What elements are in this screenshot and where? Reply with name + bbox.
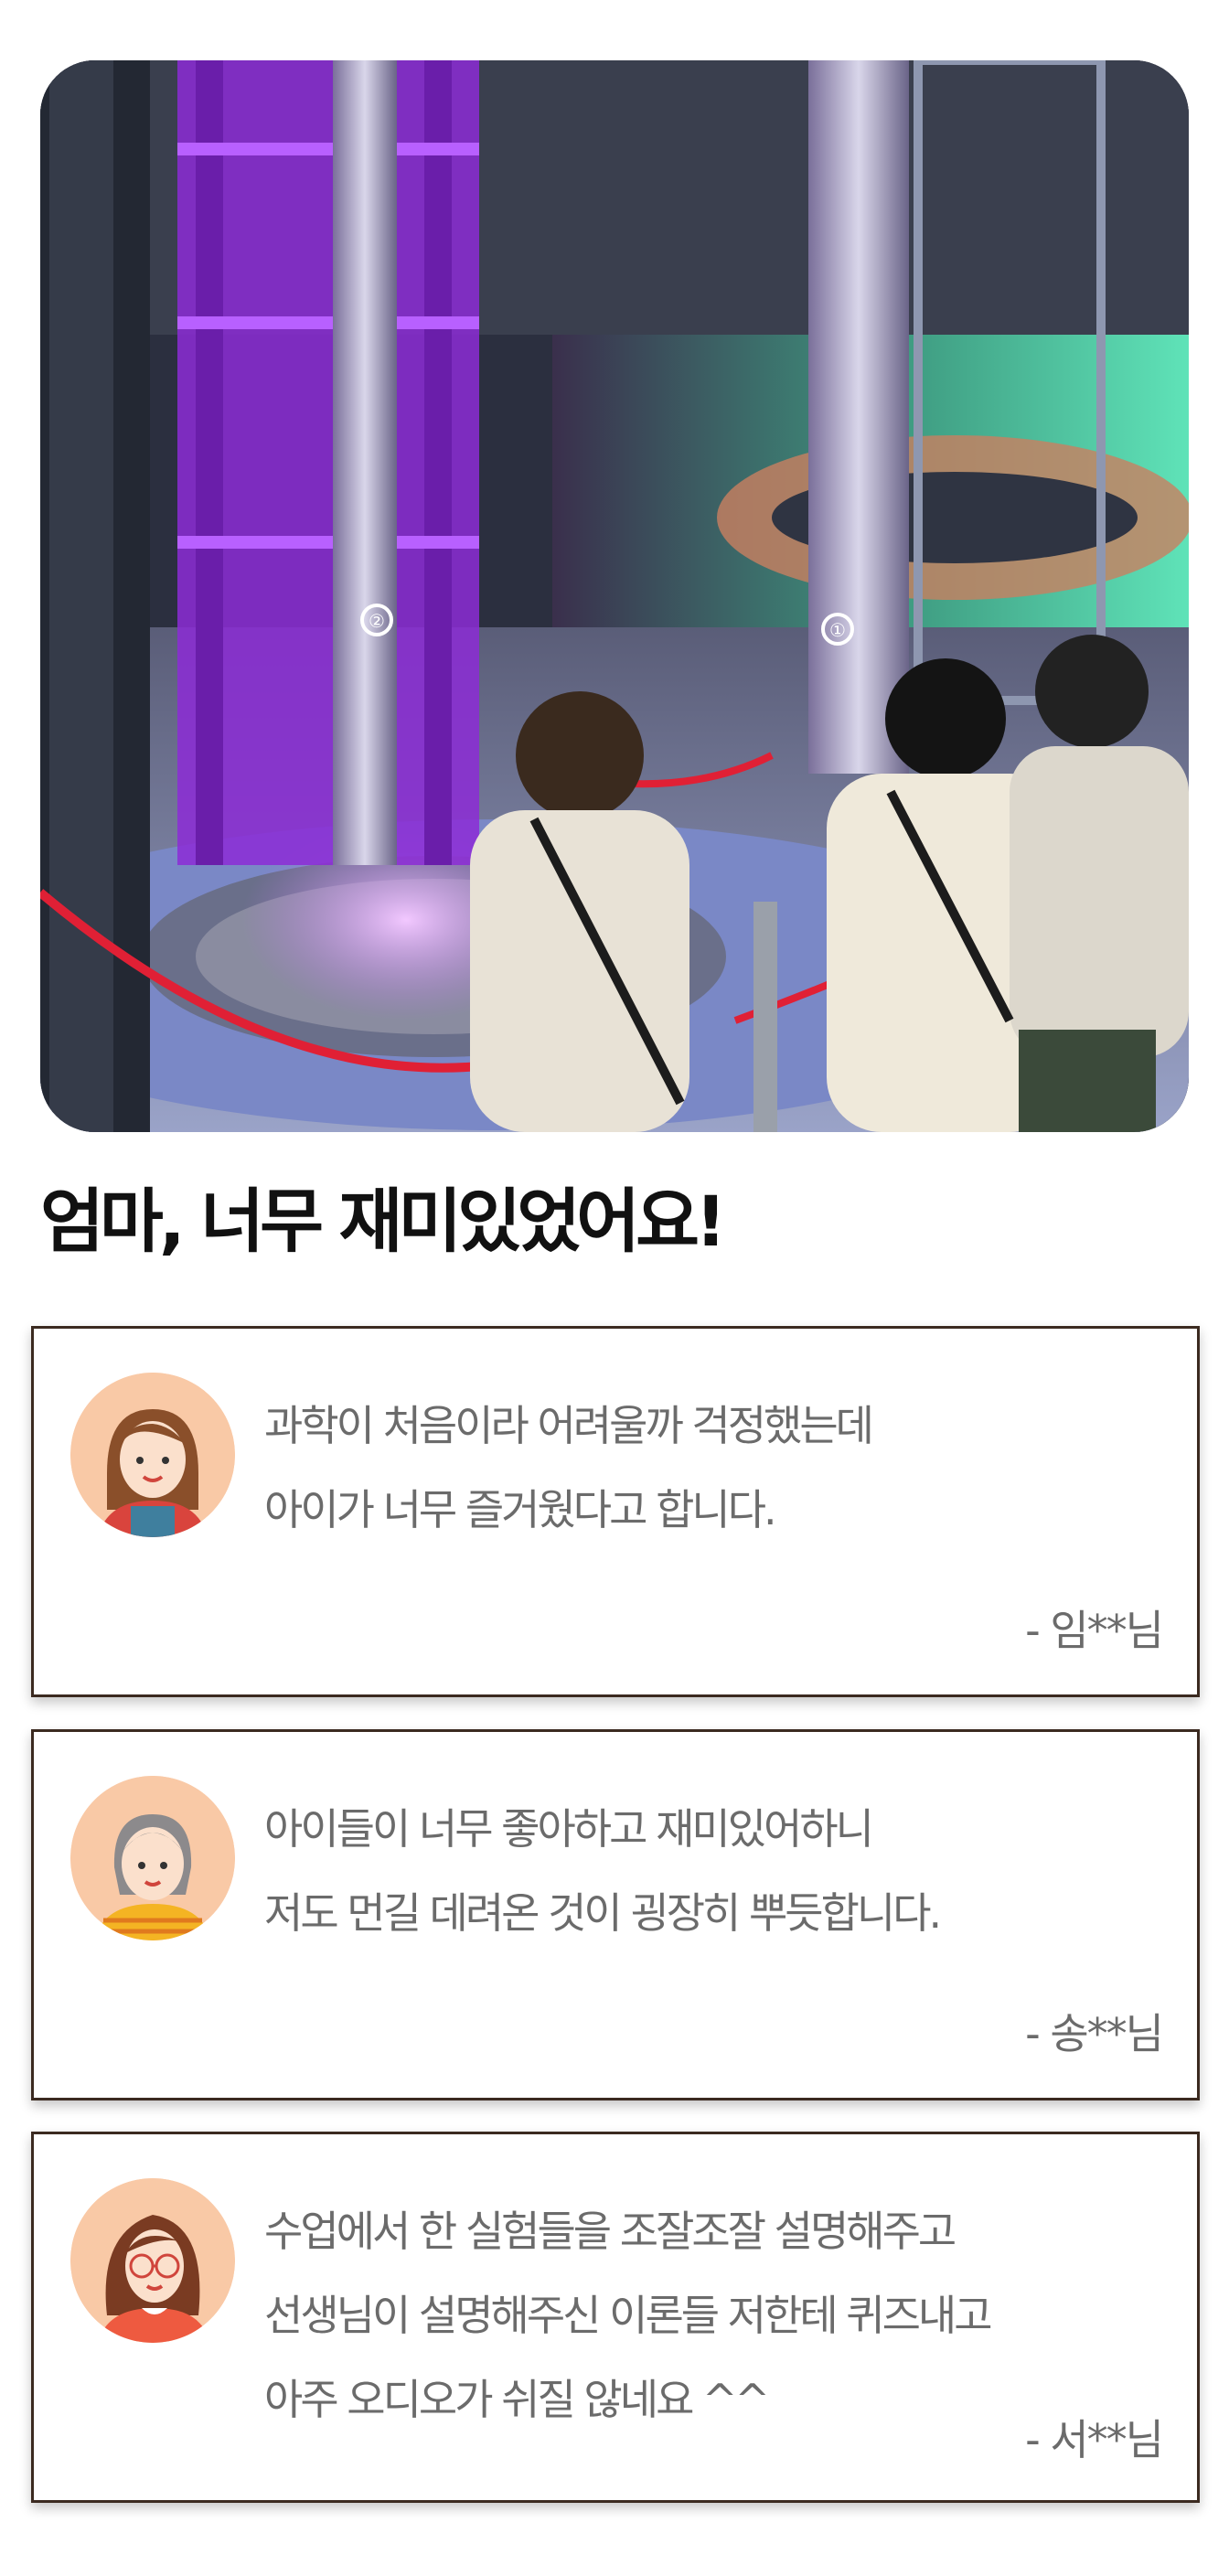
pillar-1-label: ① — [829, 619, 846, 641]
review-card: 과학이 처음이라 어려울까 걱정했는데 아이가 너무 즐거웠다고 합니다. - … — [31, 1326, 1200, 1697]
review-text: 수업에서 한 실험들을 조잘조잘 설명해주고 선생님이 설명해주신 이론들 저한… — [264, 2189, 1179, 2442]
review-card: 아이들이 너무 좋아하고 재미있어하니 저도 먼길 데려온 것이 굉장히 뿌듯합… — [31, 1729, 1200, 2100]
review-line: 아이가 너무 즐거웠다고 합니다. — [264, 1485, 777, 1534]
pillar-2-label: ② — [369, 610, 385, 632]
review-line: 아이들이 너무 좋아하고 재미있어하니 — [264, 1804, 874, 1854]
page-headline: 엄마, 너무 재미있었어요! — [40, 1181, 727, 1262]
review-line: 수업에서 한 실험들을 조잘조잘 설명해주고 — [264, 2207, 956, 2256]
review-author: - 서**님 — [1025, 2415, 1164, 2464]
woman-gray-hair-yellow-shirt-avatar — [70, 1776, 235, 1940]
review-line: 저도 먼길 데려온 것이 굉장히 뿌듯합니다. — [264, 1888, 942, 1938]
hero-photo: ② ① — [40, 60, 1189, 1132]
review-text: 아이들이 너무 좋아하고 재미있어하니 저도 먼길 데려온 것이 굉장히 뿌듯합… — [264, 1787, 1179, 1955]
woman-brown-hair-avatar — [70, 1373, 235, 1537]
review-line: 과학이 처음이라 어려울까 걱정했는데 — [264, 1401, 874, 1450]
review-card: 수업에서 한 실험들을 조잘조잘 설명해주고 선생님이 설명해주신 이론들 저한… — [31, 2132, 1200, 2503]
review-author: - 송**님 — [1025, 2009, 1164, 2058]
hero-photo-illustration: ② ① — [40, 60, 1189, 1132]
review-line: 선생님이 설명해주신 이론들 저한테 퀴즈내고 — [264, 2291, 993, 2340]
woman-glasses-avatar — [70, 2178, 235, 2343]
review-author: - 임**님 — [1025, 1606, 1164, 1655]
review-text: 과학이 처음이라 어려울까 걱정했는데 아이가 너무 즐거웠다고 합니다. — [264, 1384, 1179, 1552]
